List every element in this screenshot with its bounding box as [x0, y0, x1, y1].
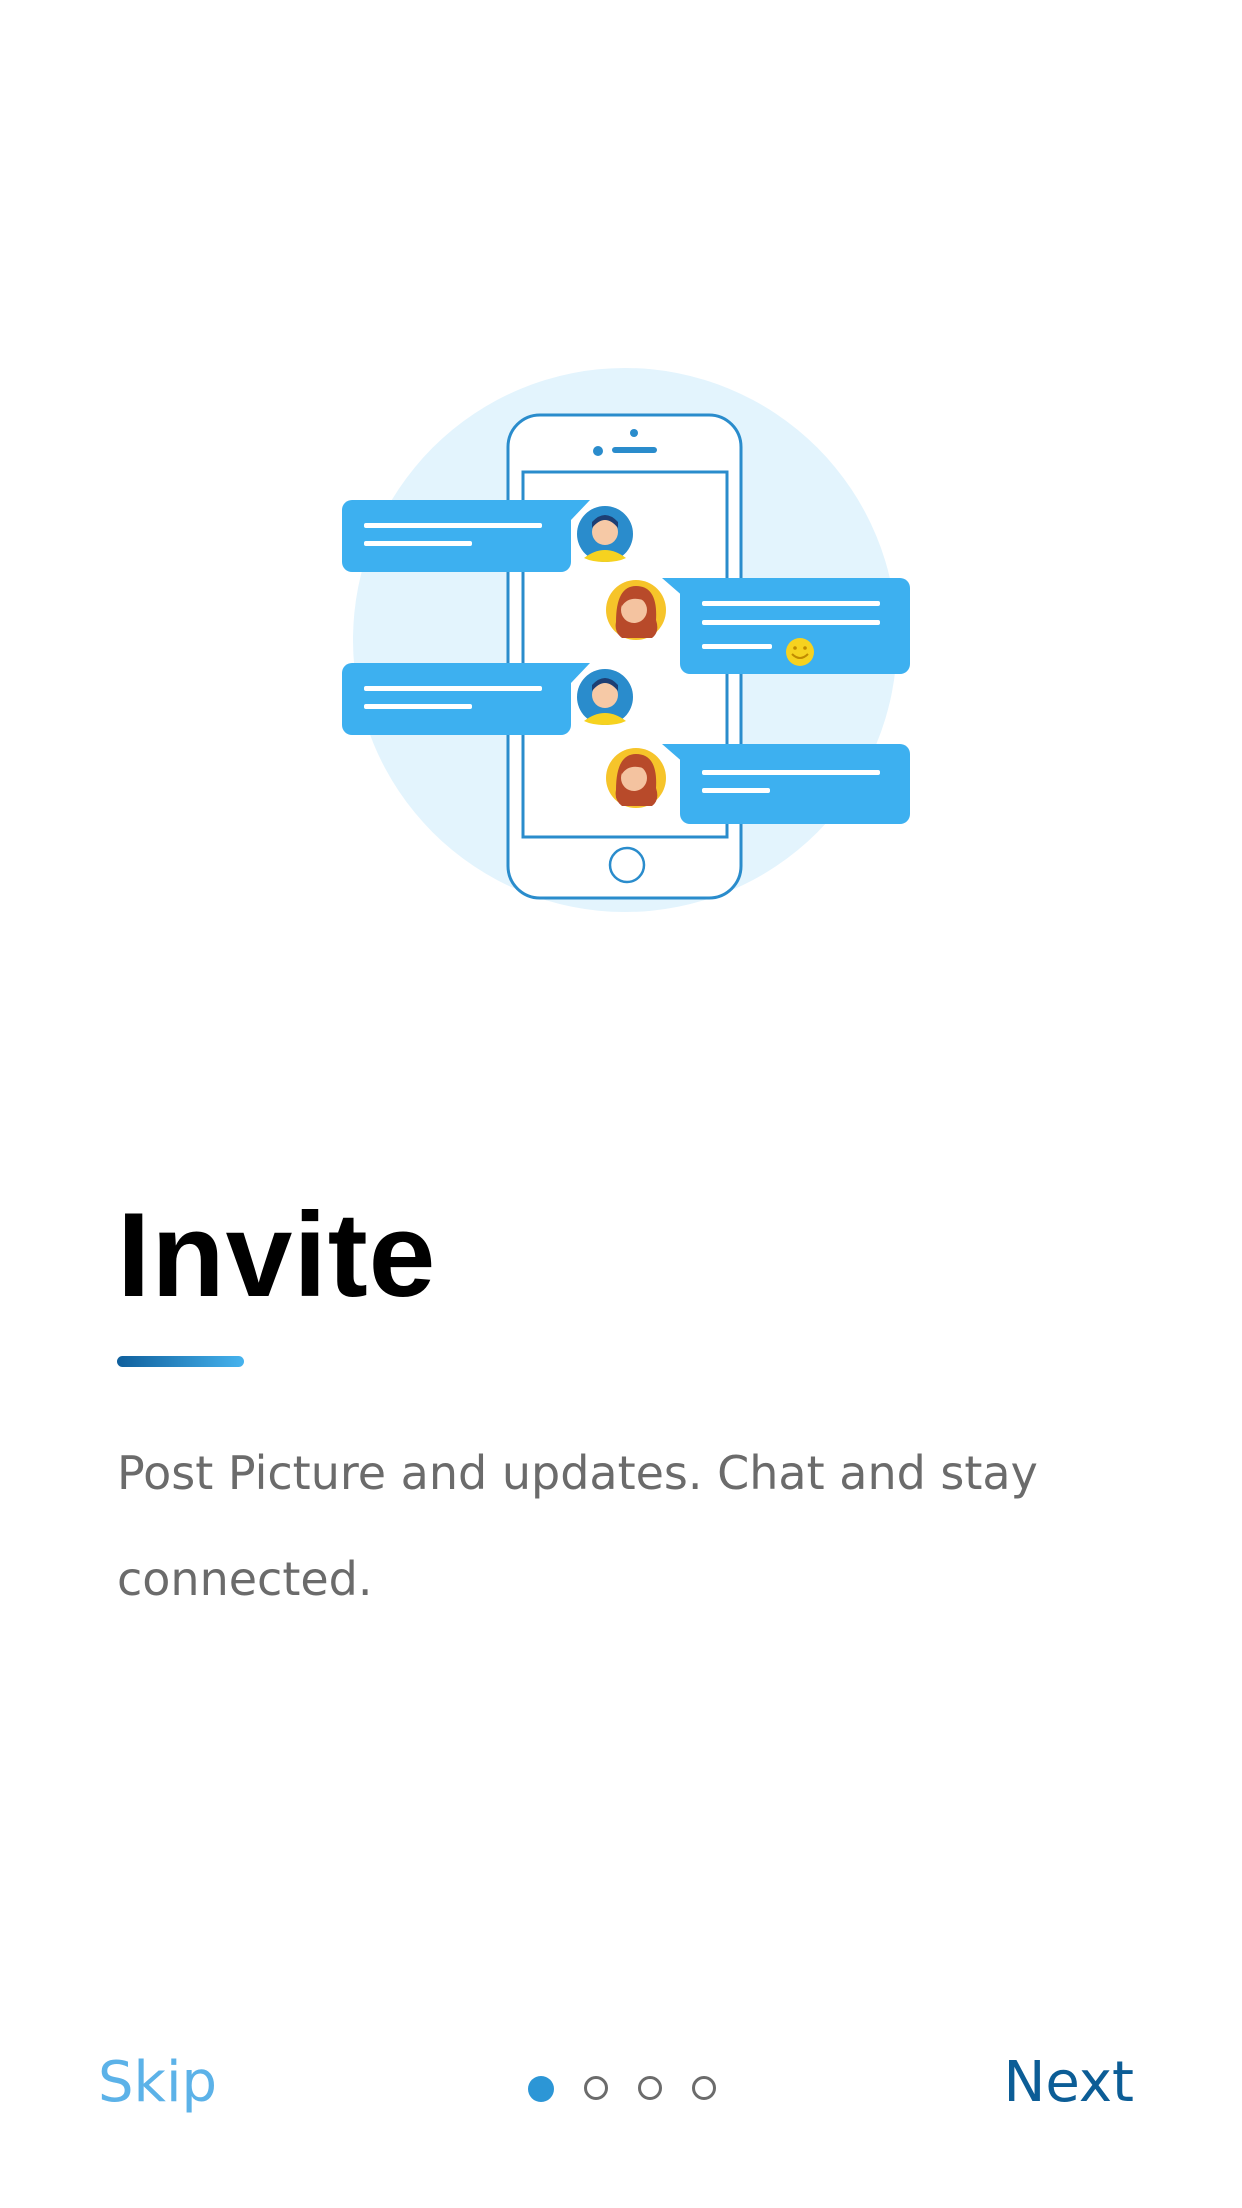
title-underline: [117, 1356, 244, 1367]
avatar-girl-icon: [606, 580, 666, 640]
page-dot[interactable]: [638, 2076, 662, 2100]
page-title: Invite: [117, 1188, 437, 1322]
description-text: Post Picture and updates. Chat and stay …: [117, 1446, 1038, 1606]
phone-chat-illustration: [342, 368, 910, 912]
chat-bubble-left-2: [342, 663, 590, 735]
next-button[interactable]: Next: [1004, 2050, 1134, 2115]
page-dot-active[interactable]: [528, 2076, 554, 2102]
avatar-girl-icon: [606, 748, 666, 808]
avatar-boy-icon: [577, 506, 633, 562]
page-dot[interactable]: [692, 2076, 716, 2100]
onboarding-screen: Invite Post Picture and updates. Chat an…: [0, 0, 1242, 2208]
skip-button[interactable]: Skip: [98, 2050, 217, 2115]
page-dot[interactable]: [584, 2076, 608, 2100]
chat-bubble-right-1: [662, 578, 910, 674]
page-indicator: [528, 2076, 716, 2102]
chat-bubble-left-1: [342, 500, 590, 572]
smiley-emoji-icon: [786, 638, 814, 666]
chat-bubble-right-2: [662, 744, 910, 824]
avatar-boy-icon: [577, 669, 633, 725]
